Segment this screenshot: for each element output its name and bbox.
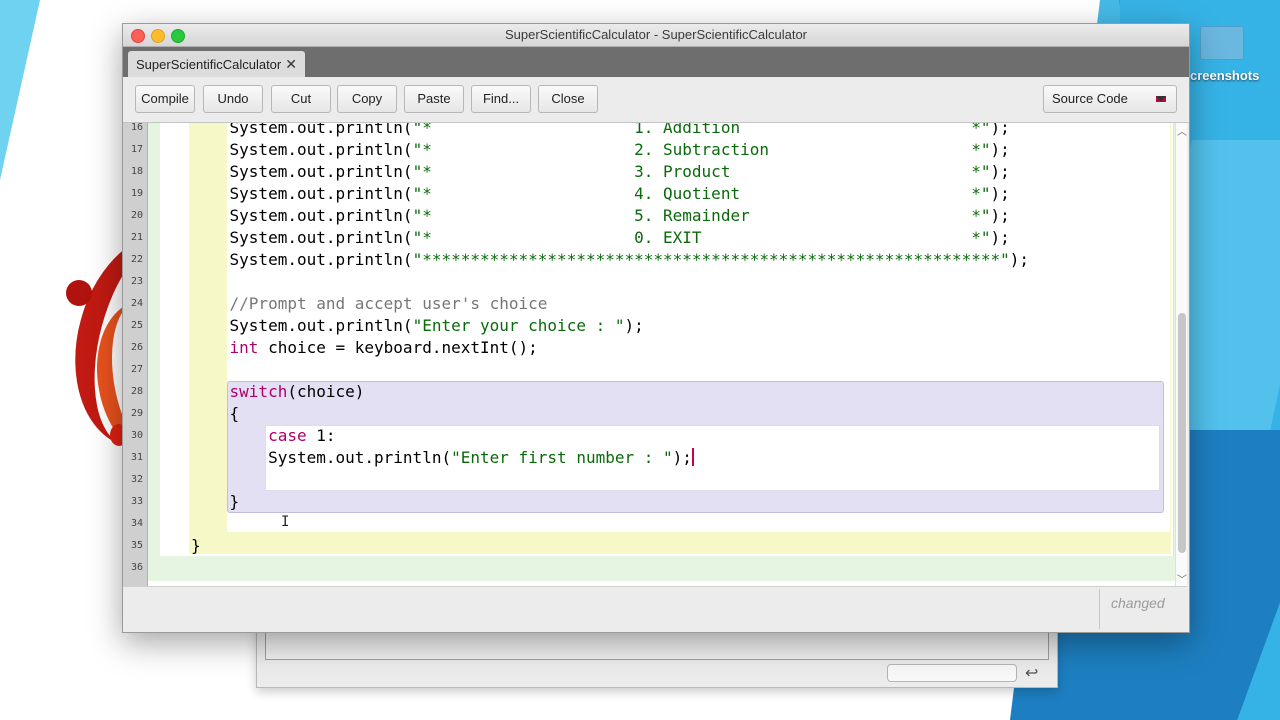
tab-superscientificcalculator[interactable]: SuperScientificCalculator ✕ bbox=[128, 51, 305, 77]
view-select[interactable]: Source Code bbox=[1043, 85, 1177, 113]
scrollbar-thumb[interactable] bbox=[1178, 313, 1186, 553]
tab-label: SuperScientificCalculator bbox=[136, 57, 282, 72]
code-line[interactable]: System.out.println("* 2. Subtraction *")… bbox=[191, 139, 1010, 161]
code-line[interactable]: System.out.println("********************… bbox=[191, 249, 1030, 271]
line-number: 17 bbox=[130, 144, 143, 155]
line-number: 22 bbox=[130, 254, 143, 265]
status-divider bbox=[1099, 589, 1100, 629]
compile-button[interactable]: Compile bbox=[135, 85, 195, 113]
line-number: 34 bbox=[130, 518, 143, 529]
title-bar[interactable]: SuperScientificCalculator - SuperScienti… bbox=[123, 24, 1189, 47]
line-number-gutter: 16 17 18 19 20 21 22 23 24 25 26 27 28 29 30 31 32 33 34 35… bbox=[123, 123, 148, 586]
line-number: 27 bbox=[130, 364, 143, 375]
text-caret bbox=[691, 448, 694, 466]
logo-dot bbox=[66, 280, 92, 306]
line-number: 36 bbox=[130, 562, 143, 573]
code-line[interactable]: { bbox=[191, 403, 240, 425]
window-title: SuperScientificCalculator - SuperScienti… bbox=[504, 27, 808, 42]
return-icon[interactable]: ↩ bbox=[1025, 663, 1047, 682]
line-number: 32 bbox=[130, 474, 143, 485]
find-button[interactable]: Find... bbox=[471, 85, 531, 113]
line-number: 25 bbox=[130, 320, 143, 331]
cut-button[interactable]: Cut bbox=[271, 85, 331, 113]
folder-icon[interactable] bbox=[1200, 26, 1244, 60]
paste-button[interactable]: Paste bbox=[404, 85, 464, 113]
line-number: 16 bbox=[130, 123, 143, 133]
line-number: 33 bbox=[130, 496, 143, 507]
status-text: changed bbox=[1111, 595, 1165, 611]
text-cursor-icon: I bbox=[281, 514, 290, 530]
tab-close-icon[interactable]: ✕ bbox=[285, 56, 297, 72]
line-number: 19 bbox=[130, 188, 143, 199]
tab-bar: SuperScientificCalculator ✕ bbox=[123, 47, 1189, 77]
code-line[interactable]: case 1: bbox=[191, 425, 335, 447]
line-number: 30 bbox=[130, 430, 143, 441]
code-line[interactable]: System.out.println("Enter first number :… bbox=[191, 447, 694, 469]
code-line[interactable]: } bbox=[191, 535, 201, 557]
code-line[interactable]: //Prompt and accept user's choice bbox=[191, 293, 548, 315]
status-bar: changed bbox=[123, 586, 1187, 632]
line-number: 26 bbox=[130, 342, 143, 353]
line-number: 29 bbox=[130, 408, 143, 419]
code-line[interactable]: System.out.println("* 0. EXIT *"); bbox=[191, 227, 1010, 249]
scroll-up-icon[interactable]: ︿ bbox=[1177, 123, 1187, 138]
code-line[interactable]: System.out.println("* 1. Addition *"); bbox=[191, 123, 1010, 139]
code-line[interactable]: switch(choice) bbox=[191, 381, 365, 403]
line-number: 21 bbox=[130, 232, 143, 243]
code-line[interactable]: System.out.println("* 5. Remainder *"); bbox=[191, 205, 1010, 227]
vertical-scrollbar[interactable]: ︿ ﹀ bbox=[1175, 123, 1187, 586]
line-number: 35 bbox=[130, 540, 143, 551]
background-input-field[interactable] bbox=[887, 664, 1017, 682]
desktop-icon-label[interactable]: creenshots bbox=[1190, 68, 1259, 83]
view-select-value: Source Code bbox=[1052, 91, 1128, 106]
code-line[interactable]: } bbox=[191, 491, 240, 513]
line-number: 24 bbox=[130, 298, 143, 309]
line-number: 23 bbox=[130, 276, 143, 287]
close-button[interactable]: Close bbox=[538, 85, 598, 113]
line-number: 20 bbox=[130, 210, 143, 221]
undo-button[interactable]: Undo bbox=[203, 85, 263, 113]
line-number: 31 bbox=[130, 452, 143, 463]
code-line[interactable]: System.out.println("* 4. Quotient *"); bbox=[191, 183, 1010, 205]
line-number: 18 bbox=[130, 166, 143, 177]
code-line[interactable]: System.out.println("Enter your choice : … bbox=[191, 315, 644, 337]
scroll-down-icon[interactable]: ﹀ bbox=[1177, 571, 1187, 586]
code-editor[interactable]: 16 17 18 19 20 21 22 23 24 25 26 27 28 29 30 31 32 33 34 35… bbox=[123, 123, 1187, 586]
code-line[interactable]: int choice = keyboard.nextInt(); bbox=[191, 337, 538, 359]
editor-window: SuperScientificCalculator - SuperScienti… bbox=[122, 23, 1190, 633]
toolbar: Compile Undo Cut Copy Paste Find... Clos… bbox=[123, 77, 1189, 123]
chevron-down-icon bbox=[1156, 96, 1166, 102]
code-line[interactable]: System.out.println("* 3. Product *"); bbox=[191, 161, 1010, 183]
line-number: 28 bbox=[130, 386, 143, 397]
copy-button[interactable]: Copy bbox=[337, 85, 397, 113]
